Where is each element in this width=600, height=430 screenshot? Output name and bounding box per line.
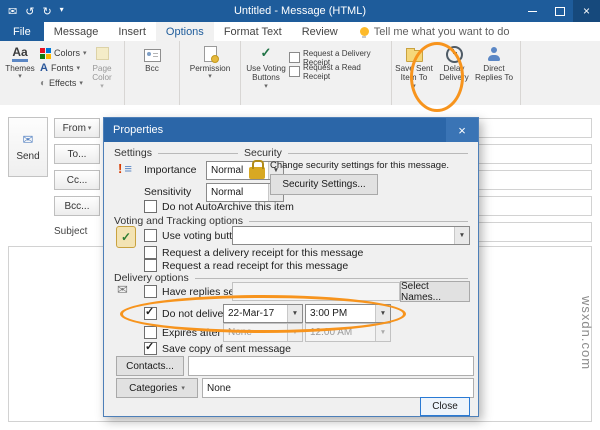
dropdown-arrow-icon: ▼ (375, 324, 390, 341)
window-close-button[interactable]: × (573, 0, 600, 22)
bcc-button[interactable]: Bcc... (54, 196, 100, 216)
dropdown-arrow-icon: ▾ (181, 384, 185, 392)
voting-buttons-select[interactable]: ▼ (232, 226, 470, 245)
watermark: wsxdn.com (579, 296, 594, 370)
subject-label: Subject (54, 226, 87, 237)
dropdown-arrow-icon: ▾ (100, 83, 104, 91)
importance-icon: !≡ (118, 162, 132, 175)
page-color-icon (96, 47, 109, 60)
colors-icon (40, 48, 51, 59)
quick-access-toolbar: ✉ ↺ ↻ ▾ (0, 5, 64, 18)
minimize-button[interactable] (519, 0, 546, 22)
minimize-icon (528, 11, 537, 12)
qat-customize-icon[interactable]: ▾ (60, 5, 64, 18)
bcc-button[interactable]: Bcc (132, 43, 172, 92)
dialog-title: Properties (113, 124, 163, 136)
properties-dialog: Properties × Settings Security !≡ Import… (103, 117, 479, 417)
dialog-close-button[interactable]: Close (420, 397, 470, 416)
sensitivity-label: Sensitivity (144, 186, 191, 198)
use-voting-buttons-button[interactable]: ✓ Use Voting Buttons ▾ (243, 43, 289, 92)
categories-button[interactable]: Categories ▾ (116, 378, 198, 398)
effects-icon: ◐ (40, 78, 46, 89)
dropdown-arrow-icon: ▾ (76, 64, 80, 72)
tell-me-label: Tell me what you want to do (374, 26, 510, 38)
tab-format-text[interactable]: Format Text (214, 22, 292, 41)
outlook-message-window: ✉ ↺ ↻ ▾ Untitled - Message (HTML) × File… (0, 0, 600, 430)
categories-field[interactable]: None (202, 378, 474, 398)
security-text: Change security settings for this messag… (270, 160, 449, 171)
checkbox-icon (144, 326, 157, 339)
to-button[interactable]: To... (54, 144, 100, 164)
checkbox-icon (289, 66, 300, 77)
titlebar: ✉ ↺ ↻ ▾ Untitled - Message (HTML) × (0, 0, 600, 22)
window-title: Untitled - Message (HTML) (0, 5, 600, 17)
colors-button[interactable]: Colors ▾ (38, 46, 86, 60)
dialog-titlebar[interactable]: Properties × (104, 118, 478, 142)
dropdown-arrow-icon: ▾ (18, 73, 22, 81)
dropdown-arrow-icon: ▾ (264, 83, 268, 91)
delivery-envelope-icon: ✉ (117, 282, 128, 298)
direct-replies-to-button[interactable]: Direct Replies To (474, 43, 514, 92)
ribbon-tab-strip: File Message Insert Options Format Text … (0, 22, 600, 41)
checkbox-icon (144, 200, 157, 213)
request-read-receipt-checkbox[interactable]: Request a Read Receipt (289, 65, 385, 78)
window-controls: × (519, 0, 600, 22)
checkbox-icon (289, 52, 300, 63)
lock-icon (249, 167, 265, 179)
themes-button[interactable]: Aa Themes ▾ (2, 43, 38, 92)
checkbox-icon (144, 229, 157, 242)
dropdown-arrow-icon: ▾ (208, 73, 212, 81)
mail-icon[interactable]: ✉ (8, 5, 17, 18)
cc-button[interactable]: Cc... (54, 170, 100, 190)
delivery-receipt-checkbox[interactable]: Request a delivery receipt for this mess… (144, 246, 363, 259)
tell-me-box[interactable]: Tell me what you want to do (360, 22, 510, 41)
send-button[interactable]: ✉ Send (8, 117, 48, 177)
voting-hand-icon: ✓ (116, 226, 136, 248)
tab-options[interactable]: Options (156, 22, 214, 41)
fonts-button[interactable]: A Fonts ▾ (38, 61, 86, 75)
autoarchive-checkbox[interactable]: Do not AutoArchive this item (144, 200, 294, 213)
importance-label: Importance (144, 164, 197, 176)
bcc-icon (144, 49, 161, 62)
contacts-button[interactable]: Contacts... (116, 356, 184, 376)
redo-icon[interactable]: ↻ (42, 5, 51, 18)
section-settings: Settings (114, 147, 238, 159)
checkbox-icon (144, 246, 157, 259)
undo-icon[interactable]: ↺ (25, 5, 34, 18)
checkbox-icon (144, 285, 157, 298)
save-copy-checkbox[interactable]: Save copy of sent message (144, 342, 291, 355)
dropdown-arrow-icon: ▼ (454, 227, 469, 244)
from-button[interactable]: From ▾ (54, 118, 100, 138)
fonts-icon: A (40, 62, 48, 74)
maximize-icon (555, 7, 565, 16)
contacts-field[interactable] (188, 356, 474, 376)
effects-button[interactable]: ◐ Effects ▾ (38, 76, 86, 90)
maximize-button[interactable] (546, 0, 573, 22)
checkbox-checked-icon (144, 342, 157, 355)
voting-check-icon: ✓ (261, 46, 272, 61)
tab-review[interactable]: Review (292, 22, 348, 41)
tab-message[interactable]: Message (44, 22, 109, 41)
select-names-button[interactable]: Select Names... (400, 281, 470, 302)
permission-button[interactable]: Permission ▾ (185, 43, 235, 92)
read-receipt-checkbox[interactable]: Request a read receipt for this message (144, 259, 348, 272)
send-icon: ✉ (23, 132, 34, 148)
annotation-ellipse-do-not-deliver (120, 295, 406, 333)
dropdown-arrow-icon: ▾ (79, 79, 83, 87)
annotation-ellipse-delay-delivery (410, 42, 464, 112)
tab-insert[interactable]: Insert (108, 22, 156, 41)
lightbulb-icon (360, 27, 369, 36)
dialog-close-icon[interactable]: × (446, 118, 478, 142)
tab-file[interactable]: File (0, 22, 44, 41)
person-icon (487, 47, 501, 61)
checkbox-icon (144, 259, 157, 272)
section-security: Security (244, 147, 468, 159)
dropdown-arrow-icon: ▾ (88, 124, 92, 132)
page-color-button[interactable]: Page Color ▾ (86, 43, 118, 92)
ribbon-options: Aa Themes ▾ Colors ▾ A Fonts ▾ ◐ Effects (0, 41, 600, 106)
permission-icon (204, 46, 217, 62)
themes-icon: Aa (12, 46, 27, 62)
security-settings-button[interactable]: Security Settings... (270, 174, 378, 195)
